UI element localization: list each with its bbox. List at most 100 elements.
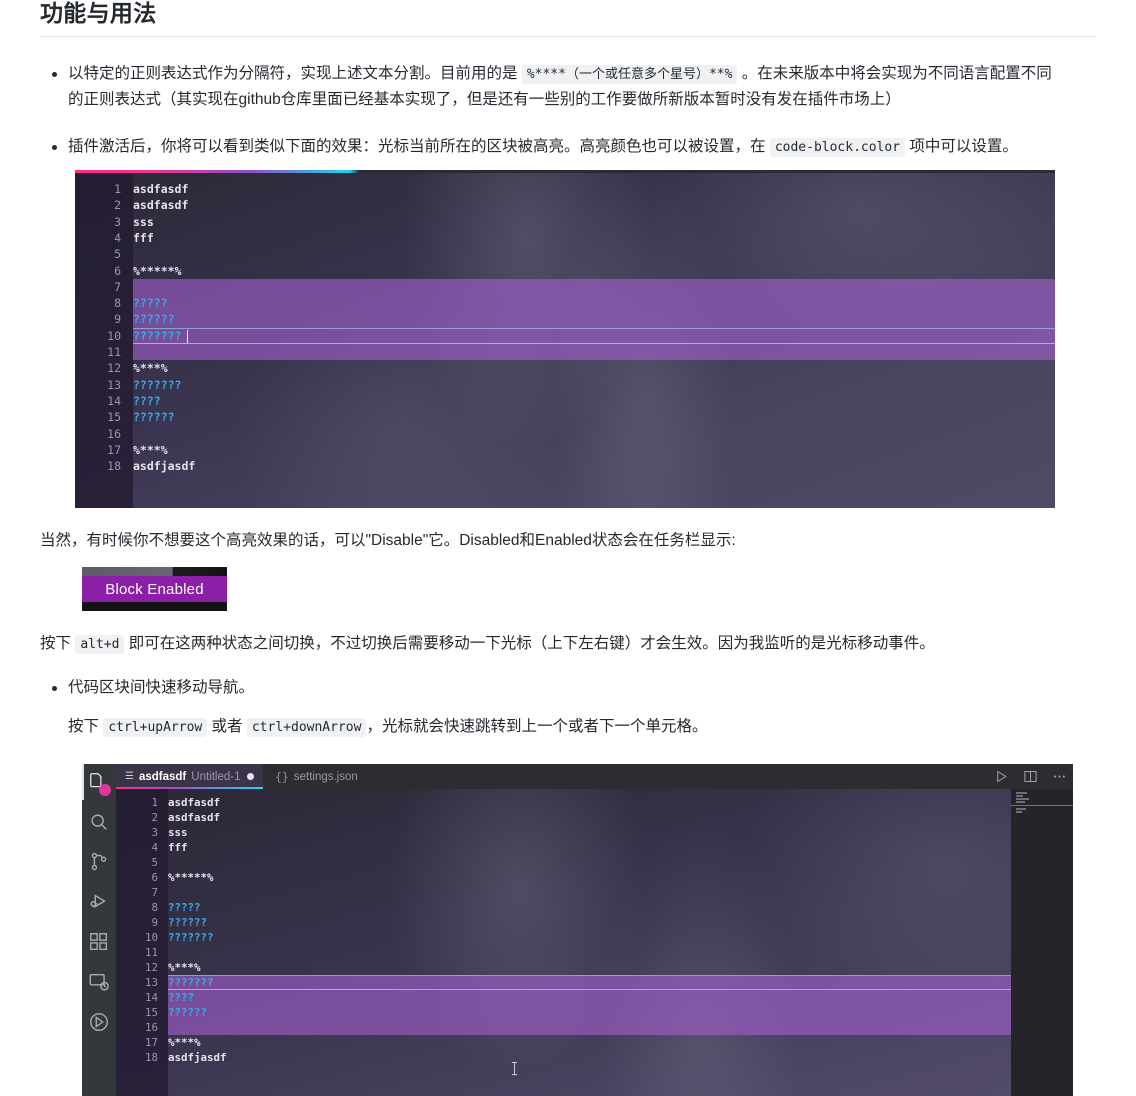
line-number: 4 bbox=[114, 230, 121, 245]
code-line: 17 %***% bbox=[116, 1035, 1073, 1050]
status-badge: Block Enabled bbox=[105, 580, 204, 598]
code-line: 8????? bbox=[116, 900, 1073, 915]
code-line-text: ????? bbox=[168, 901, 201, 914]
active-viewlet-indicator bbox=[82, 764, 84, 800]
file-text-icon: ☰ bbox=[125, 771, 134, 782]
bullet-1-inline-code: %****（一个或任意多个星号）**% bbox=[521, 65, 738, 84]
json-icon: {} bbox=[275, 769, 289, 784]
bullet-2-text-part2: 项中可以设置。 bbox=[905, 138, 1018, 155]
line-number: 10 bbox=[144, 931, 158, 944]
code-line: 5 bbox=[116, 855, 1073, 870]
line-number: 5 bbox=[151, 856, 158, 869]
search-icon[interactable] bbox=[88, 811, 110, 833]
code-line-text: asdfjasdf bbox=[168, 1051, 227, 1064]
bullet-2-text-part1: 插件激活后，你将可以看到类似下面的效果：光标当前所在的区块被高亮。高亮颜色也可以… bbox=[68, 138, 770, 155]
code-line: 1 asdfasdf bbox=[116, 795, 1073, 810]
line-number: 11 bbox=[107, 345, 121, 359]
code-line: 14???? bbox=[75, 393, 1055, 409]
code-line: 7 bbox=[116, 885, 1073, 900]
nav-text-part2: ，光标就会快速跳转到上一个或者下一个单元格。 bbox=[366, 718, 708, 735]
code-line: 16 bbox=[75, 426, 1055, 442]
feature-bullet-list: 以特定的正则表达式作为分隔符，实现上述文本分割。目前用的是 %****（一个或任… bbox=[40, 61, 1096, 160]
code-line: 5 bbox=[75, 246, 1055, 262]
page-root: 功能与用法 以特定的正则表达式作为分隔符，实现上述文本分割。目前用的是 %***… bbox=[0, 0, 1136, 1096]
run-and-debug-icon[interactable] bbox=[88, 891, 110, 913]
minimap[interactable] bbox=[1011, 789, 1073, 1096]
code-line-text: asdfjasdf bbox=[133, 459, 196, 474]
line-number: 4 bbox=[151, 841, 158, 854]
code-line-text: ???? bbox=[168, 991, 195, 1004]
text-caret bbox=[186, 329, 189, 343]
tab-label: asdfasdf bbox=[138, 770, 187, 783]
code-line-text: ???? bbox=[133, 393, 161, 408]
code-line: 3 sss bbox=[75, 214, 1055, 230]
extensions-icon[interactable] bbox=[88, 931, 110, 953]
code-line-text: ??????? bbox=[168, 931, 214, 944]
line-number: 16 bbox=[107, 426, 121, 441]
line-number: 3 bbox=[114, 214, 121, 229]
line-number: 7 bbox=[151, 886, 158, 899]
code-line: 12 %***% bbox=[75, 360, 1055, 376]
nav-text-part1: 按下 bbox=[68, 718, 104, 735]
bullet-2-inline-code: code-block.color bbox=[769, 138, 906, 157]
line-number: 15 bbox=[144, 1006, 158, 1019]
explorer-unsaved-badge bbox=[99, 784, 111, 796]
code-line: 4 fff bbox=[75, 230, 1055, 246]
toggle-inline-code: alt+d bbox=[75, 635, 125, 654]
line-number: 14 bbox=[144, 991, 158, 1004]
line-number: 8 bbox=[151, 901, 158, 914]
code-line-text: %***% bbox=[133, 361, 168, 376]
editor-pane[interactable]: 1 asdfasdf 2 asdfasdf 3 sss 4 fff 5 6 %*****% 7 8???… bbox=[116, 789, 1073, 1096]
more-actions-icon[interactable] bbox=[1052, 769, 1067, 784]
line-number: 17 bbox=[107, 442, 121, 457]
code-block-highlight bbox=[133, 278, 1055, 361]
vscode-window-screenshot: ☰ asdfasdf Untitled-1 {} settings.json 1… bbox=[82, 764, 1073, 1096]
line-number: 12 bbox=[144, 961, 158, 974]
nav-text-mid: 或者 bbox=[207, 718, 247, 735]
tab-asdfasdf[interactable]: ☰ asdfasdf Untitled-1 bbox=[116, 764, 264, 789]
code-line-text: asdfasdf bbox=[168, 811, 221, 824]
disable-paragraph: 当然，有时候你不想要这个高亮效果的话，可以"Disable"它。Disabled… bbox=[40, 532, 736, 549]
code-line: 18 asdfjasdf bbox=[75, 458, 1055, 474]
line-number: 1 bbox=[151, 796, 158, 809]
line-number: 15 bbox=[107, 410, 121, 425]
code-line: 2 asdfasdf bbox=[75, 197, 1055, 213]
code-line-text: %***% bbox=[133, 442, 168, 457]
code-line: 11 bbox=[116, 945, 1073, 960]
run-icon[interactable] bbox=[994, 769, 1009, 784]
code-line: 18 asdfjasdf bbox=[116, 1050, 1073, 1065]
line-number: 14 bbox=[107, 393, 121, 408]
editor-tab-bar: ☰ asdfasdf Untitled-1 {} settings.json bbox=[116, 764, 1073, 789]
editor-actions bbox=[994, 764, 1067, 789]
line-number: 13 bbox=[144, 976, 158, 989]
code-line: 6 %*****% bbox=[116, 870, 1073, 885]
line-number: 11 bbox=[144, 946, 158, 959]
code-line: 9?????? bbox=[116, 915, 1073, 930]
code-line-text: ?????? bbox=[168, 1006, 208, 1019]
split-editor-icon[interactable] bbox=[1023, 769, 1038, 784]
status-bar-screenshot: Block Enabled bbox=[82, 567, 227, 611]
code-line: 4 fff bbox=[116, 840, 1073, 855]
source-control-icon[interactable] bbox=[88, 851, 110, 873]
line-number: 9 bbox=[114, 312, 121, 327]
line-number: 17 bbox=[144, 1036, 158, 1049]
nav-inline-code-up: ctrl+upArrow bbox=[103, 718, 208, 737]
testing-icon[interactable] bbox=[88, 1011, 110, 1033]
block-enabled-status-item[interactable]: Block Enabled bbox=[82, 576, 227, 602]
code-line-text: %*****% bbox=[133, 263, 182, 278]
tab-settings-json[interactable]: {} settings.json bbox=[266, 764, 367, 789]
line-number: 1 bbox=[114, 182, 121, 196]
markdown-document: 功能与用法 以特定的正则表达式作为分隔符，实现上述文本分割。目前用的是 %***… bbox=[0, 0, 1136, 1096]
remote-explorer-icon[interactable] bbox=[88, 971, 110, 993]
line-number: 2 bbox=[114, 198, 121, 213]
code-line-text: ?????? bbox=[133, 410, 175, 425]
code-line-text: ??????? bbox=[168, 976, 214, 989]
nav-bullet-list: 代码区块间快速移动导航。 bbox=[40, 675, 1096, 700]
toggle-text-part1: 按下 bbox=[40, 635, 76, 652]
activity-bar bbox=[82, 764, 116, 1096]
line-number: 6 bbox=[151, 871, 158, 884]
tab-accent-bar bbox=[75, 170, 1055, 173]
nav-paragraph: 按下 ctrl+upArrow 或者 ctrl+downArrow ，光标就会快速… bbox=[68, 714, 1096, 740]
line-number: 6 bbox=[114, 263, 121, 278]
line-number: 5 bbox=[114, 247, 121, 262]
